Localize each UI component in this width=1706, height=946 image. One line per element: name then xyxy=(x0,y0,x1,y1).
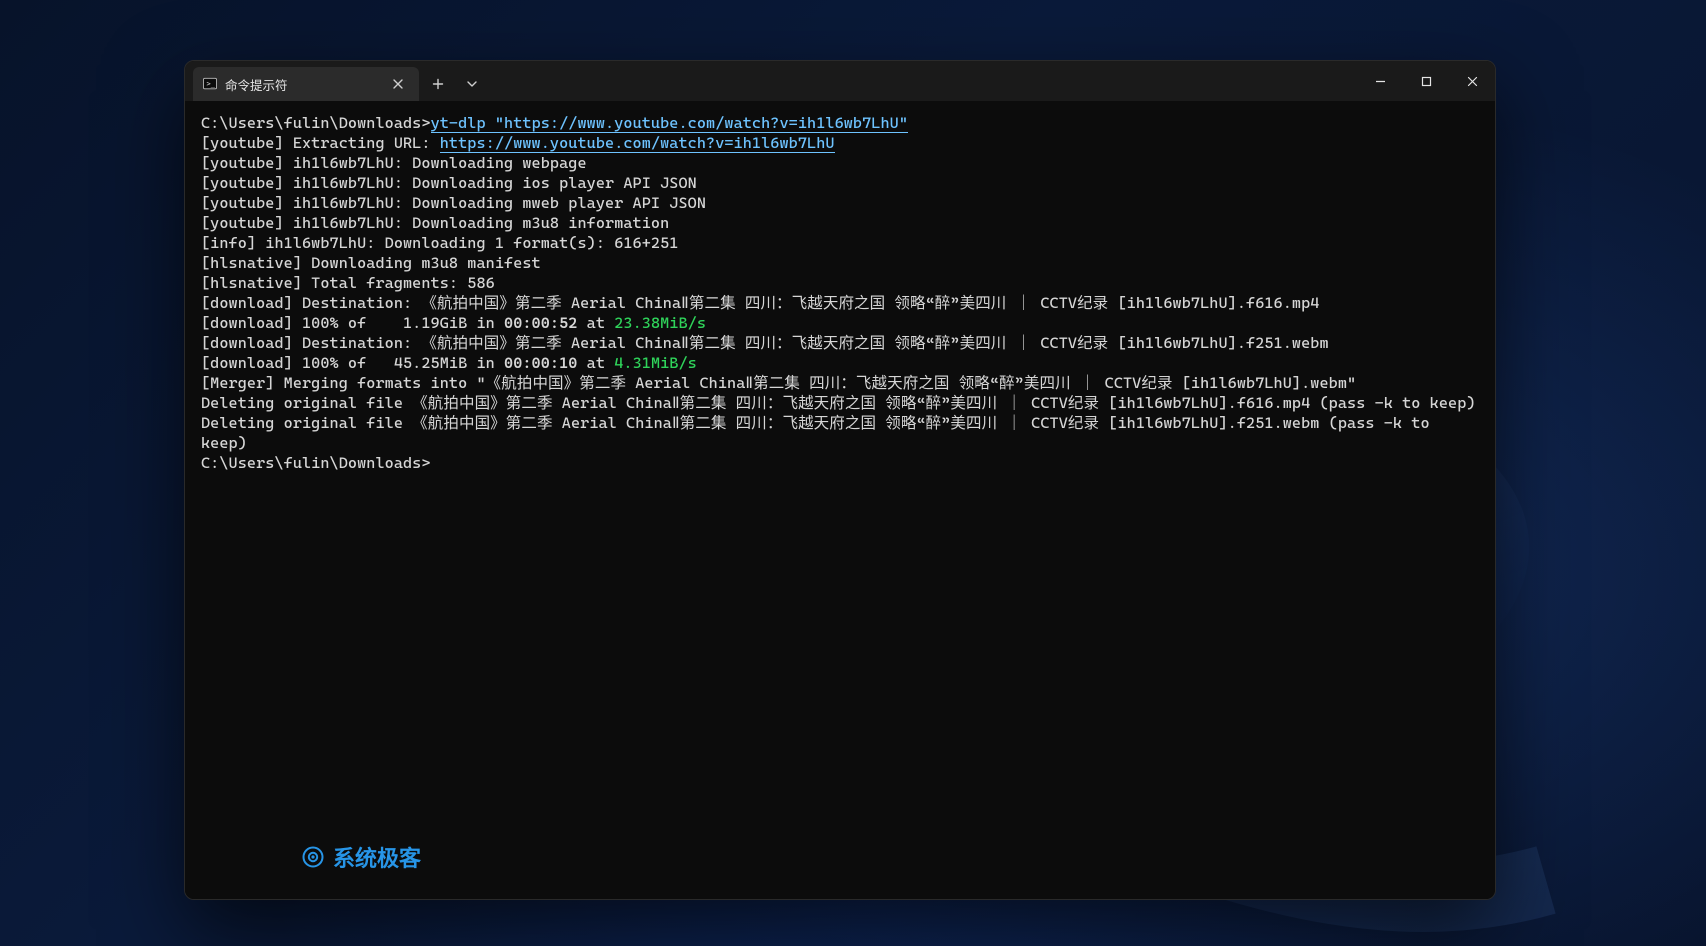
terminal-line: Deleting original file 《航拍中国》第二季 Aerial … xyxy=(201,413,1479,453)
desktop-background: >_ 命令提示符 xyxy=(0,0,1706,946)
elapsed-time: 00:00:52 xyxy=(504,314,577,332)
titlebar[interactable]: >_ 命令提示符 xyxy=(185,61,1495,101)
terminal-line: Deleting original file 《航拍中国》第二季 Aerial … xyxy=(201,393,1479,413)
tab-dropdown-button[interactable] xyxy=(457,69,487,99)
tab-close-button[interactable] xyxy=(387,73,409,95)
prompt-line[interactable]: C:\Users\fulin\Downloads> xyxy=(201,453,1479,473)
url-text: https://www.youtube.com/watch?v=ih1l6wb7… xyxy=(440,134,835,153)
terminal-line: [hlsnative] Total fragments: 586 xyxy=(201,273,1479,293)
terminal-line: [info] ih1l6wb7LhU: Downloading 1 format… xyxy=(201,233,1479,253)
download-rate: 4.31MiB/s xyxy=(614,354,697,372)
maximize-button[interactable] xyxy=(1403,61,1449,101)
terminal-output[interactable]: C:\Users\fulin\Downloads> yt-dlp "https:/… xyxy=(185,101,1495,489)
svg-text:>_: >_ xyxy=(207,80,216,88)
tab-title: 命令提示符 xyxy=(225,75,379,94)
terminal-line: [download] 100% of 45.25MiB in 00:00:10 … xyxy=(201,353,1479,373)
terminal-window: >_ 命令提示符 xyxy=(184,60,1496,900)
terminal-line: [download] Destination: 《航拍中国》第二季 Aerial… xyxy=(201,293,1479,313)
close-button[interactable] xyxy=(1449,61,1495,101)
terminal-line: [youtube] ih1l6wb7LhU: Downloading mweb … xyxy=(201,193,1479,213)
elapsed-time: 00:00:10 xyxy=(504,354,577,372)
terminal-line: [youtube] ih1l6wb7LhU: Downloading webpa… xyxy=(201,153,1479,173)
window-controls xyxy=(1357,61,1495,101)
terminal-line: [download] Destination: 《航拍中国》第二季 Aerial… xyxy=(201,333,1479,353)
new-tab-button[interactable] xyxy=(423,69,453,99)
terminal-line: [youtube] ih1l6wb7LhU: Downloading ios p… xyxy=(201,173,1479,193)
watermark-text: 系统极客 xyxy=(333,841,421,873)
terminal-viewport[interactable]: C:\Users\fulin\Downloads> yt-dlp "https:/… xyxy=(185,101,1495,899)
minimize-button[interactable] xyxy=(1357,61,1403,101)
tabstrip: >_ 命令提示符 xyxy=(185,61,1357,101)
terminal-line: [youtube] ih1l6wb7LhU: Downloading m3u8 … xyxy=(201,213,1479,233)
tab-cmd[interactable]: >_ 命令提示符 xyxy=(193,67,419,101)
download-rate: 23.38MiB/s xyxy=(614,314,706,332)
watermark-logo-icon xyxy=(301,845,325,869)
typed-command: yt-dlp "https://www.youtube.com/watch?v=… xyxy=(431,114,908,133)
watermark: 系统极客 xyxy=(301,841,421,873)
terminal-line: [hlsnative] Downloading m3u8 manifest xyxy=(201,253,1479,273)
terminal-line: [youtube] Extracting URL: https://www.yo… xyxy=(201,133,1479,153)
prompt-line: C:\Users\fulin\Downloads>yt-dlp "https:/… xyxy=(201,113,1479,133)
terminal-line: [Merger] Merging formats into "《航拍中国》第二季… xyxy=(201,373,1479,393)
terminal-line: [download] 100% of 1.19GiB in 00:00:52 a… xyxy=(201,313,1479,333)
cmd-app-icon: >_ xyxy=(203,77,217,91)
